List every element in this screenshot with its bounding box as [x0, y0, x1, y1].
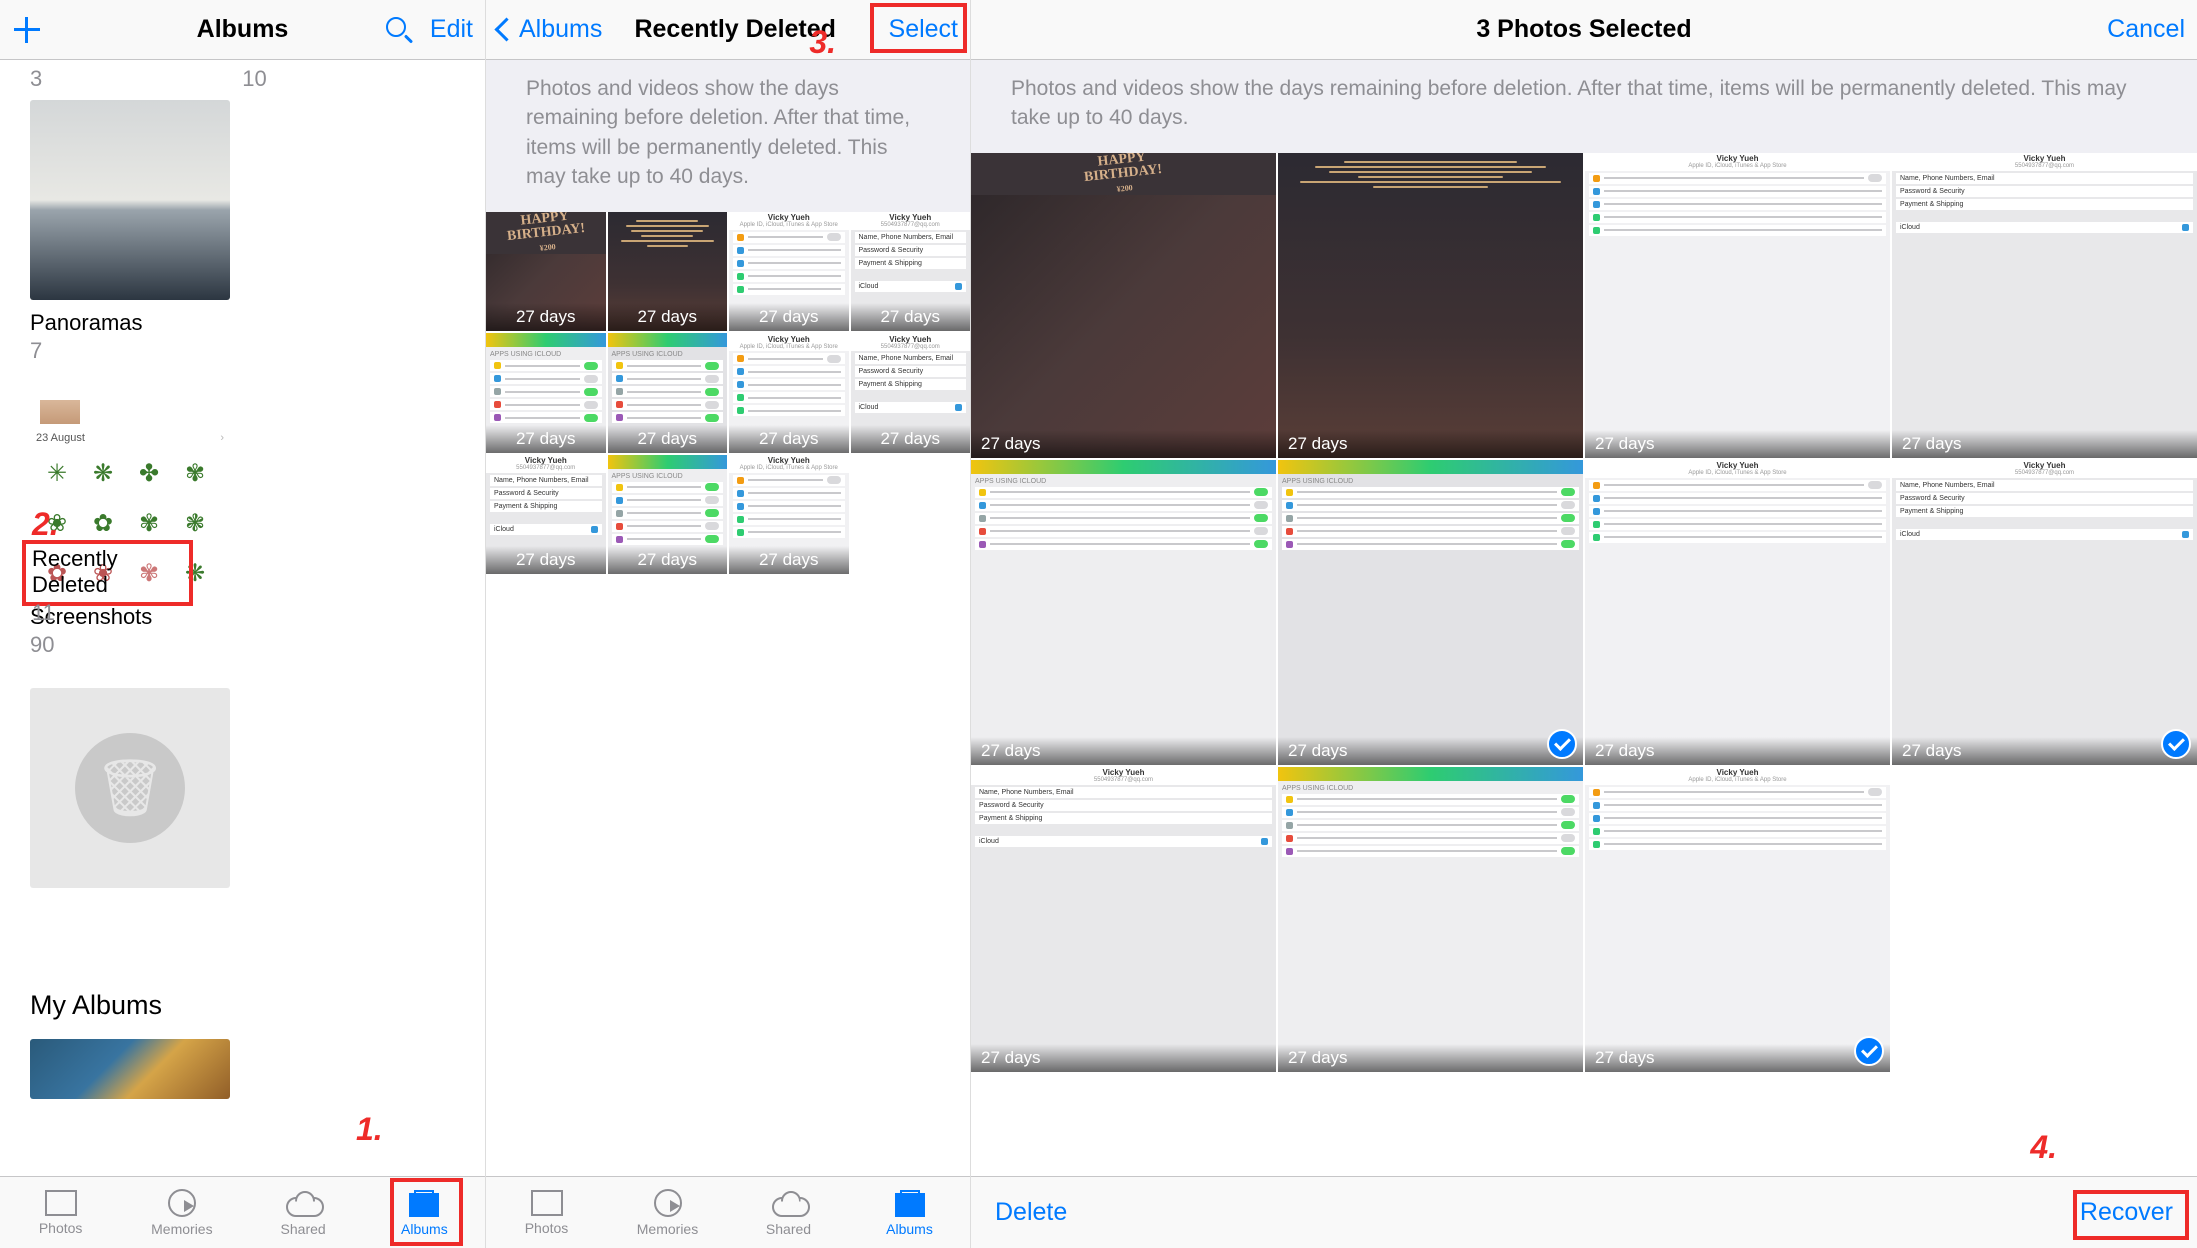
selected-check-icon — [2161, 729, 2191, 759]
add-icon[interactable] — [12, 15, 42, 45]
tab-albums[interactable]: Albums — [364, 1177, 485, 1248]
pane-selection: 3 Photos Selected Cancel Photos and vide… — [971, 0, 2197, 1248]
deleted-photo-thumb[interactable]: APPS USING ICLOUD27 days — [608, 455, 728, 575]
delete-button[interactable]: Delete — [995, 1198, 1067, 1227]
deleted-photo-thumb[interactable]: HAPPYBIRTHDAY!¥20027 days — [486, 212, 606, 332]
album-count: 7 — [30, 338, 230, 364]
select-button[interactable]: Select — [889, 15, 958, 44]
tabbar: Photos Memories Shared Albums — [486, 1176, 970, 1248]
deleted-photo-thumb[interactable]: APPS USING ICLOUD27 days — [1278, 460, 1583, 765]
deleted-photo-thumb[interactable]: APPS USING ICLOUD27 days — [486, 333, 606, 453]
deleted-photo-thumb[interactable]: APPS USING ICLOUD27 days — [1278, 767, 1583, 1072]
album-name: Recently Deleted — [32, 546, 183, 598]
deleted-photo-thumb[interactable]: Vicky Yueh5504937877@qq.comName, Phone N… — [1892, 460, 2197, 765]
album-thumb: 🗑 — [30, 688, 230, 888]
trash-icon: 🗑 — [75, 733, 185, 843]
count-a: 3 — [30, 66, 42, 92]
callout-1: 1. — [356, 1111, 383, 1148]
deleted-photo-thumb[interactable]: APPS USING ICLOUD27 days — [971, 460, 1276, 765]
deleted-photo-thumb[interactable]: 27 days — [608, 212, 728, 332]
tab-memories[interactable]: Memories — [121, 1177, 242, 1248]
tabbar: Photos Memories Shared Albums — [0, 1176, 485, 1248]
info-text: Photos and videos show the days remainin… — [486, 60, 970, 212]
deleted-photo-thumb[interactable]: Vicky YuehApple ID, iCloud, iTunes & App… — [729, 212, 849, 332]
nav-title: 3 Photos Selected — [1073, 15, 2095, 44]
navbar: 3 Photos Selected Cancel — [971, 0, 2197, 60]
highlight-recently-deleted: Recently Deleted 11 — [22, 540, 193, 606]
photo-grid: HAPPYBIRTHDAY!¥20027 days27 daysVicky Yu… — [971, 153, 2197, 1072]
selected-check-icon — [1854, 1036, 1884, 1066]
nav-title: Albums — [102, 15, 383, 44]
cloud-icon — [772, 1195, 806, 1217]
search-icon[interactable] — [386, 17, 412, 43]
deleted-photo-thumb[interactable]: Vicky Yueh5504937877@qq.comName, Phone N… — [851, 333, 971, 453]
deleted-photo-thumb[interactable]: Vicky Yueh5504937877@qq.comName, Phone N… — [851, 212, 971, 332]
albums-icon — [895, 1193, 925, 1217]
deleted-photo-thumb[interactable]: HAPPYBIRTHDAY!¥20027 days — [971, 153, 1276, 458]
tab-memories[interactable]: Memories — [607, 1177, 728, 1248]
navbar: Albums Edit — [0, 0, 485, 60]
album-recently-deleted[interactable]: 🗑 — [30, 688, 230, 944]
deleted-photo-thumb[interactable]: Vicky YuehApple ID, iCloud, iTunes & App… — [729, 333, 849, 453]
navbar: Albums Recently Deleted Select — [486, 0, 970, 60]
album-count: 11 — [32, 600, 183, 626]
cloud-icon — [286, 1195, 320, 1217]
toolbar: Delete Recover — [971, 1176, 2197, 1248]
deleted-photo-thumb[interactable]: Vicky Yueh5504937877@qq.comName, Phone N… — [1892, 153, 2197, 458]
info-text: Photos and videos show the days remainin… — [971, 60, 2197, 153]
tab-shared[interactable]: Shared — [728, 1177, 849, 1248]
deleted-photo-thumb[interactable]: Vicky YuehApple ID, iCloud, iTunes & App… — [1585, 460, 1890, 765]
my-album-thumb[interactable] — [30, 1039, 230, 1099]
pane-recently-deleted: Albums Recently Deleted Select 3. Photos… — [486, 0, 971, 1248]
photo-grid: HAPPYBIRTHDAY!¥20027 days27 daysVicky Yu… — [486, 212, 970, 575]
memories-icon — [168, 1189, 196, 1217]
deleted-photo-thumb[interactable]: Vicky YuehApple ID, iCloud, iTunes & App… — [1585, 153, 1890, 458]
callout-2: 2. — [32, 506, 59, 543]
tab-photos[interactable]: Photos — [486, 1177, 607, 1248]
tab-shared[interactable]: Shared — [243, 1177, 364, 1248]
deleted-photo-thumb[interactable]: Vicky YuehApple ID, iCloud, iTunes & App… — [729, 455, 849, 575]
album-count: 90 — [30, 632, 230, 658]
deleted-photo-thumb[interactable]: 27 days — [1278, 153, 1583, 458]
back-button[interactable]: Albums — [498, 15, 602, 44]
section-my-albums: My Albums — [0, 944, 485, 1039]
albums-icon — [409, 1193, 439, 1217]
photos-icon — [535, 1194, 563, 1216]
count-b: 10 — [242, 66, 266, 92]
deleted-photo-thumb[interactable]: APPS USING ICLOUD27 days — [608, 333, 728, 453]
recover-button[interactable]: Recover — [2080, 1198, 2173, 1227]
album-name: Panoramas — [30, 310, 230, 336]
edit-button[interactable]: Edit — [430, 15, 473, 44]
tab-albums[interactable]: Albums — [849, 1177, 970, 1248]
album-thumb — [30, 100, 230, 300]
deleted-photo-thumb[interactable]: Vicky YuehApple ID, iCloud, iTunes & App… — [1585, 767, 1890, 1072]
deleted-photo-thumb[interactable]: Vicky Yueh5504937877@qq.comName, Phone N… — [971, 767, 1276, 1072]
pane-albums: Albums Edit 3 10 Panoramas 7 23 August ✳… — [0, 0, 486, 1248]
photos-icon — [49, 1194, 77, 1216]
deleted-photo-thumb[interactable]: Vicky Yueh5504937877@qq.comName, Phone N… — [486, 455, 606, 575]
cancel-button[interactable]: Cancel — [2107, 15, 2185, 44]
tab-photos[interactable]: Photos — [0, 1177, 121, 1248]
callout-3: 3. — [809, 24, 836, 61]
selected-check-icon — [1547, 729, 1577, 759]
memories-icon — [654, 1189, 682, 1217]
album-panoramas[interactable]: Panoramas 7 — [30, 100, 230, 364]
callout-4: 4. — [2030, 1129, 2057, 1166]
